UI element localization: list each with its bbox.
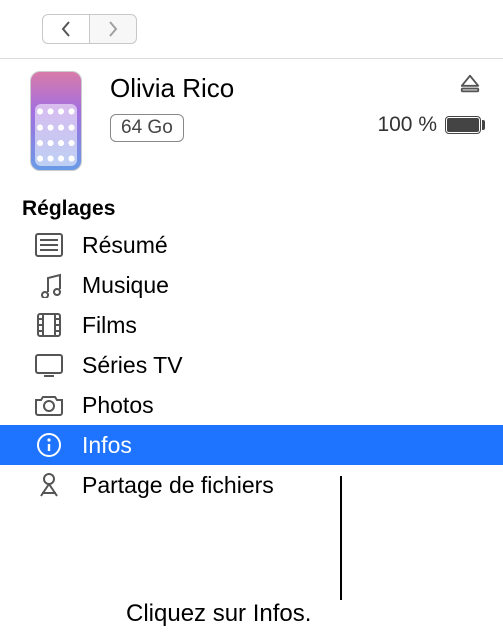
sidebar-item-music[interactable]: Musique xyxy=(0,265,503,305)
file-sharing-icon xyxy=(32,471,66,499)
sidebar-item-label: Infos xyxy=(82,432,132,459)
music-icon xyxy=(32,271,66,299)
sidebar-item-label: Photos xyxy=(82,392,154,419)
sidebar-item-movies[interactable]: Films xyxy=(0,305,503,345)
sidebar-item-summary[interactable]: Résumé xyxy=(0,225,503,265)
callout-text: Cliquez sur Infos. xyxy=(126,600,311,628)
device-info: Olivia Rico 64 Go xyxy=(110,71,377,142)
device-right-column: 100 % xyxy=(377,71,481,137)
settings-section: Réglages Résumé Musique Films Séries TV xyxy=(0,197,503,505)
device-header: Olivia Rico 64 Go 100 % xyxy=(0,59,503,179)
device-name: Olivia Rico xyxy=(110,73,377,104)
sidebar-item-label: Films xyxy=(82,312,137,339)
sidebar-item-photos[interactable]: Photos xyxy=(0,385,503,425)
sidebar-item-label: Musique xyxy=(82,272,169,299)
sidebar-item-tv[interactable]: Séries TV xyxy=(0,345,503,385)
chevron-right-icon xyxy=(107,21,119,37)
sidebar-item-file-sharing[interactable]: Partage de fichiers xyxy=(0,465,503,505)
nav-back-button[interactable] xyxy=(42,14,90,44)
info-icon xyxy=(32,431,66,459)
sidebar-item-label: Partage de fichiers xyxy=(82,472,274,499)
movies-icon xyxy=(32,311,66,339)
callout-line xyxy=(340,476,342,600)
chevron-left-icon xyxy=(60,21,72,37)
photos-icon xyxy=(32,391,66,419)
settings-title: Réglages xyxy=(0,197,503,221)
tv-icon xyxy=(32,351,66,379)
device-thumbnail xyxy=(30,71,82,171)
nav-forward-button[interactable] xyxy=(89,14,137,44)
battery-percent: 100 % xyxy=(377,113,437,137)
nav-segment xyxy=(42,14,137,44)
sidebar-item-info[interactable]: Infos xyxy=(0,425,503,465)
capacity-badge: 64 Go xyxy=(110,114,184,142)
eject-icon[interactable] xyxy=(459,73,481,95)
battery-icon xyxy=(445,116,481,134)
sidebar-item-label: Séries TV xyxy=(82,352,183,379)
sidebar-item-label: Résumé xyxy=(82,232,168,259)
toolbar xyxy=(0,0,503,59)
settings-list: Résumé Musique Films Séries TV Photos xyxy=(0,225,503,505)
battery-status: 100 % xyxy=(377,113,481,137)
summary-icon xyxy=(32,231,66,259)
